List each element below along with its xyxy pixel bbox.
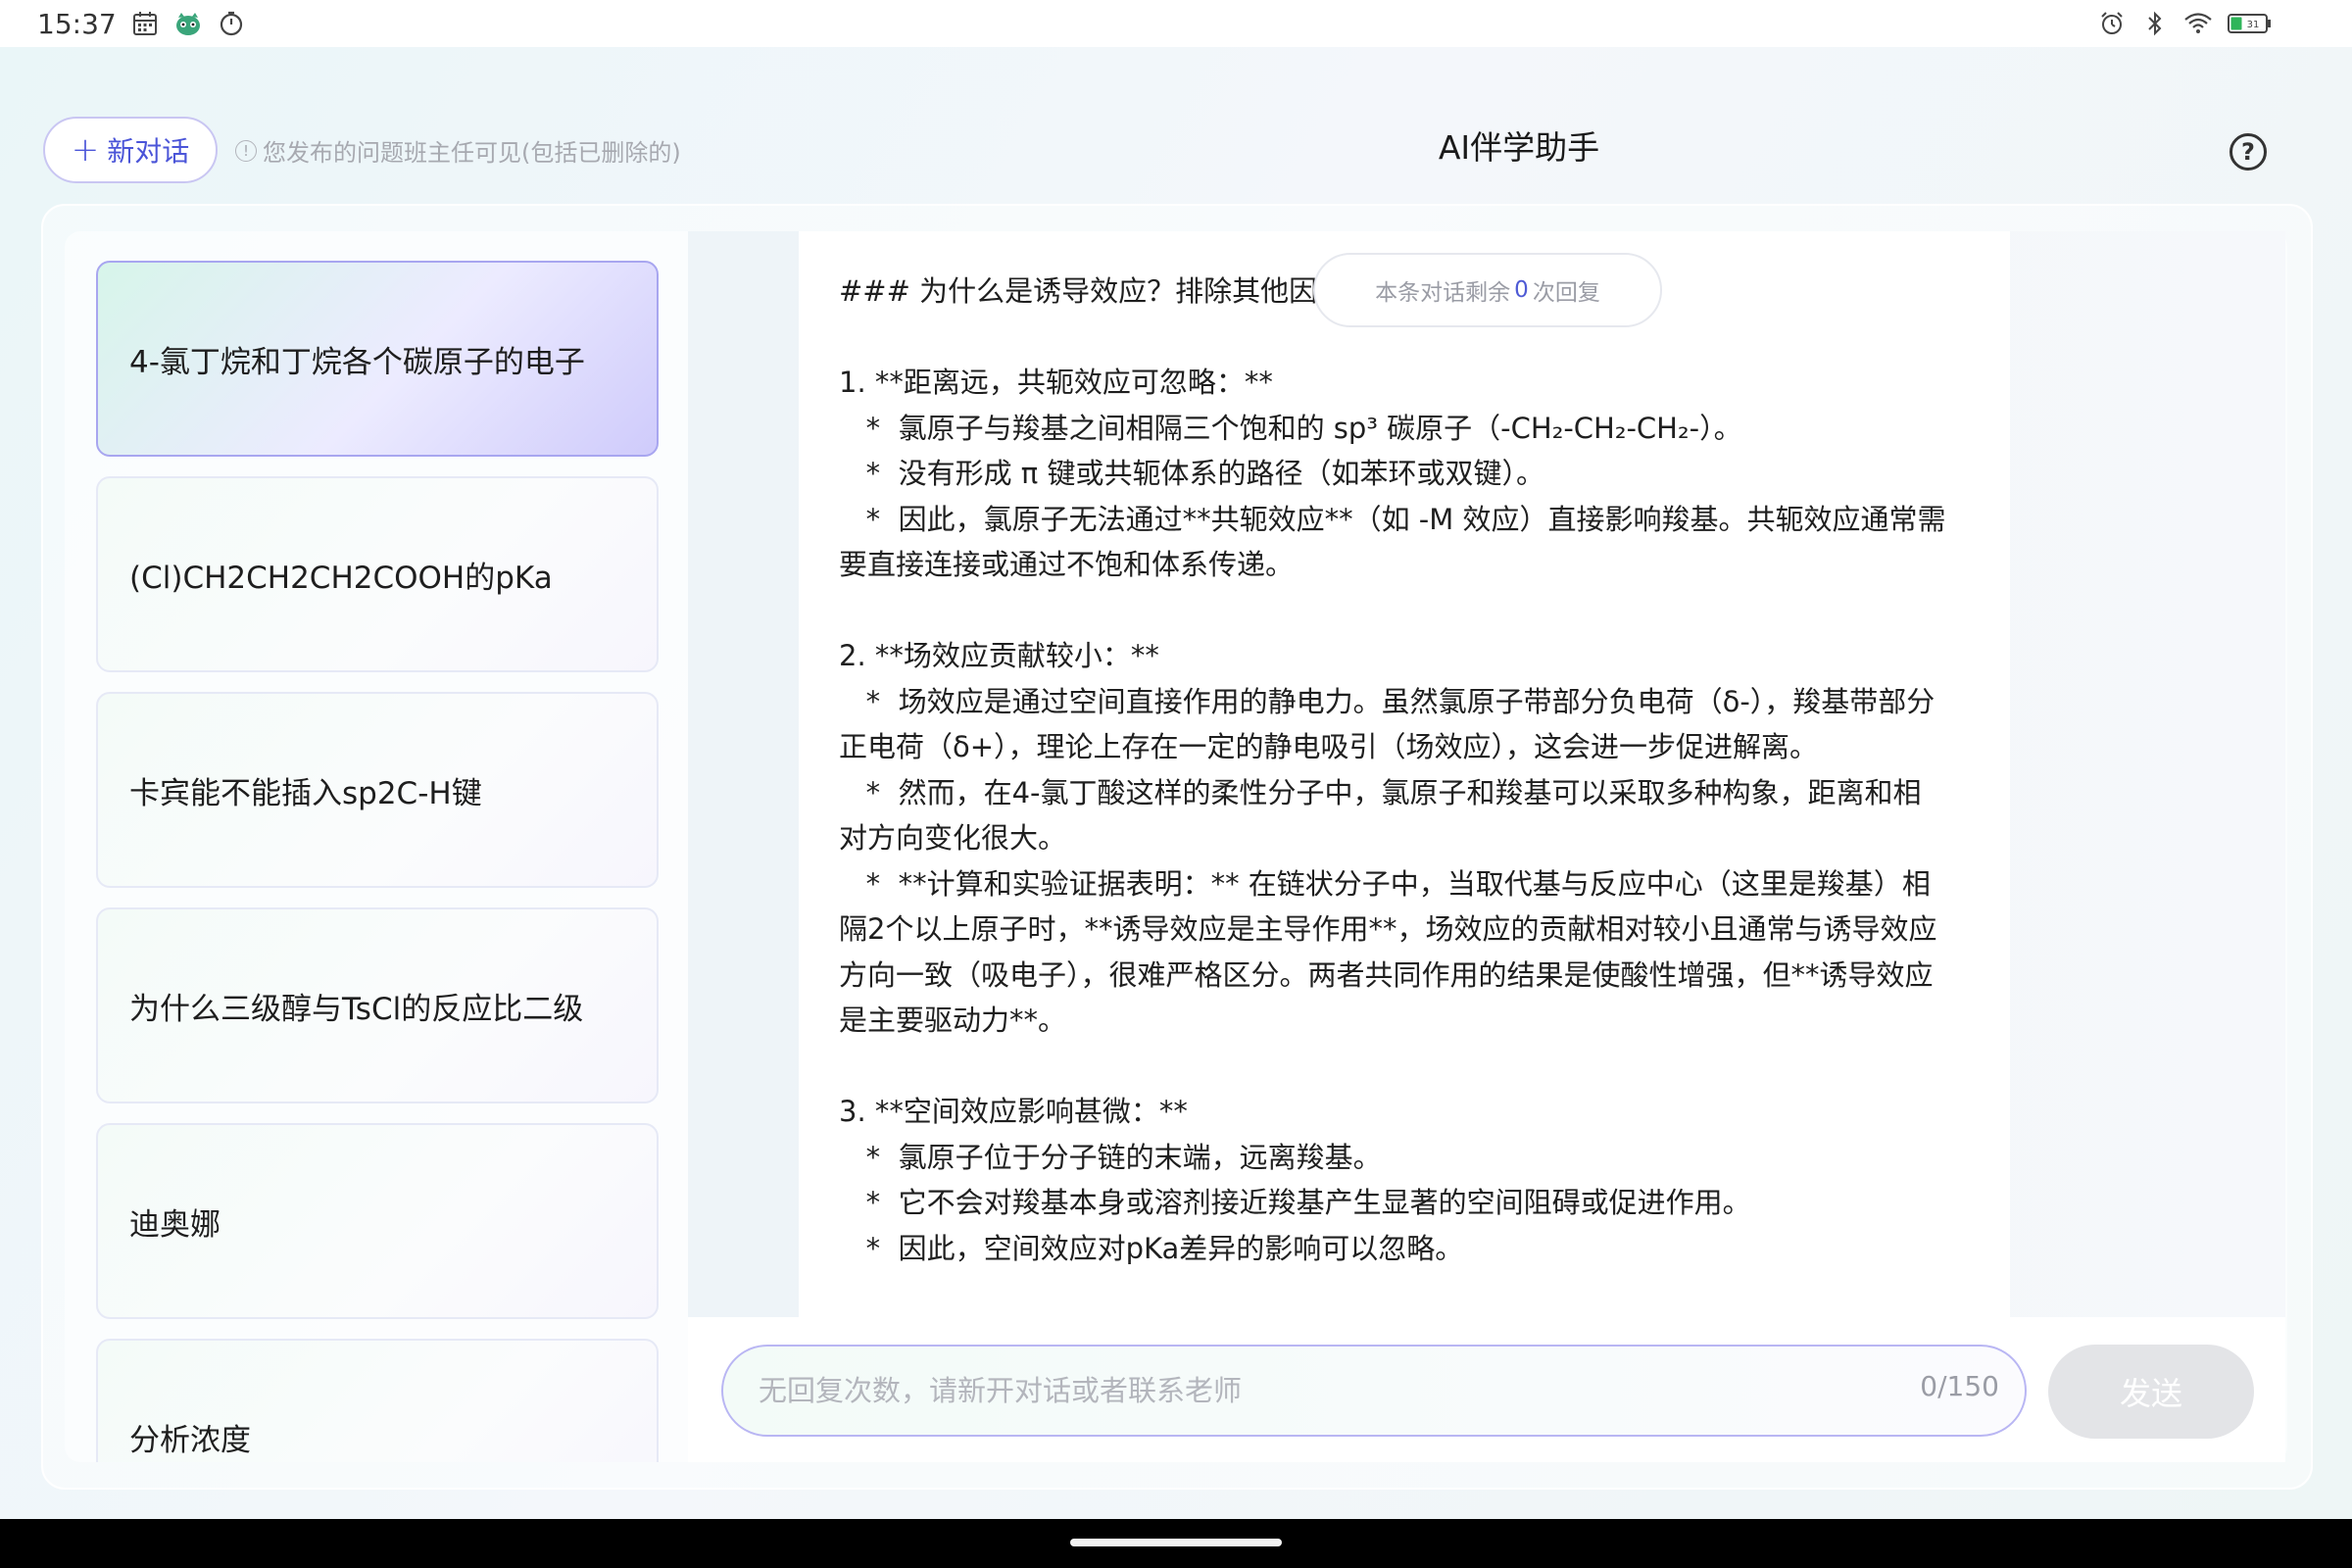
message-input-placeholder: 无回复次数，请新开对话或者联系老师 [759, 1374, 1243, 1407]
message-line: * 氯原子位于分子链的末端，远离羧基。 [839, 1140, 1382, 1174]
svg-text:31: 31 [2247, 20, 2260, 30]
message-line: * 它不会对羧基本身或溶剂接近羧基产生显著的空间阻碍或促进作用。 [839, 1186, 1751, 1219]
timer-icon [217, 9, 246, 38]
message-line: 是主要驱动力**。 [839, 1004, 1067, 1037]
message-line: 要直接连接或通过不饱和体系传递。 [839, 548, 1295, 581]
home-gesture-handle[interactable] [1070, 1539, 1282, 1546]
app-mascot-icon [173, 9, 203, 38]
status-bar: 15:37 31 [0, 0, 2352, 47]
info-icon: ! [235, 139, 257, 162]
bluetooth-icon [2140, 9, 2170, 38]
message-line: * **计算和实验证据表明：** 在链状分子中，当取代基与反应中心（这里是羧基）… [839, 866, 1931, 901]
conversation-item[interactable]: 分析浓度 [96, 1339, 659, 1462]
conversation-item[interactable]: 卡宾能不能插入sp2C-H键 [96, 692, 659, 888]
calendar-icon [130, 9, 160, 38]
conversation-item-label: 4-氯丁烷和丁烷各个碳原子的电子 [129, 344, 585, 380]
remaining-prefix: 本条对话剩余 [1375, 280, 1511, 306]
visibility-notice-text: 您发布的问题班主任可见(包括已删除的) [263, 139, 681, 167]
message-line: 隔2个以上原子时，**诱导效应是主导作用**，场效应的贡献相对较小且通常与诱导效… [839, 912, 1937, 946]
message-line: 3. **空间效应影响甚微：** [839, 1095, 1188, 1128]
conversation-item-label: 分析浓度 [129, 1422, 251, 1458]
question-mark-icon: ? [2241, 138, 2255, 166]
message-line: 正电荷（δ+），理论上存在一定的静电吸引（场效应），这会进一步促进解离。 [839, 730, 1819, 763]
new-chat-label: 新对话 [107, 135, 190, 168]
message-line: * 没有形成 π 键或共轭体系的路径（如苯环或双键）。 [839, 457, 1544, 490]
plus-icon: + [71, 130, 100, 170]
conversation-item-label: 迪奥娜 [129, 1206, 220, 1243]
send-button[interactable]: 发送 [2048, 1345, 2254, 1439]
remaining-count: 0 [1514, 277, 1529, 303]
send-button-label: 发送 [2119, 1375, 2182, 1412]
message-line: * 氯原子与羧基之间相隔三个饱和的 sp³ 碳原子（-CH₂-CH₂-CH₂-）… [839, 411, 1742, 445]
page-title: AI伴学助手 [1438, 128, 1600, 167]
message-line [839, 588, 1971, 634]
message-line: 1. **距离远，共轭效应可忽略：** [839, 366, 1273, 399]
message-line: * 因此，氯原子无法通过**共轭效应**（如 -M 效应）直接影响羧基。共轭效应… [839, 502, 1946, 536]
conversation-item-label: 为什么三级醇与TsCl的反应比二级 [129, 991, 584, 1027]
message-line [839, 1044, 1971, 1090]
ai-message[interactable]: ### 为什么是诱导效应？排除其他因素 1. **距离远，共轭效应可忽略：** … [799, 231, 2010, 1317]
conversation-item[interactable]: (Cl)CH2CH2CH2COOH的pKa [96, 476, 659, 672]
help-button[interactable]: ? [2230, 133, 2267, 171]
conversation-item[interactable]: 迪奥娜 [96, 1123, 659, 1319]
message-line: * 然而，在4-氯丁酸这样的柔性分子中，氯原子和羧基可以采取多种构象，距离和相 [839, 775, 1922, 809]
remaining-replies-badge: 本条对话剩余 0 次回复 [1313, 253, 1662, 327]
conversation-list[interactable]: 4-氯丁烷和丁烷各个碳原子的电子 (Cl)CH2CH2CH2COOH的pKa 卡… [96, 261, 659, 1462]
visibility-notice: ! 您发布的问题班主任可见(包括已删除的) [235, 133, 681, 168]
message-line: * 因此，空间效应对pKa差异的影响可以忽略。 [839, 1231, 1464, 1265]
status-time: 15:37 [37, 7, 117, 40]
remaining-suffix: 次回复 [1532, 280, 1600, 306]
message-line: * 场效应是通过空间直接作用的静电力。虽然氯原子带部分负电荷（δ-），羧基带部分 [839, 684, 1936, 718]
conversation-item-label: (Cl)CH2CH2CH2COOH的pKa [129, 560, 553, 596]
conversation-item-active[interactable]: 4-氯丁烷和丁烷各个碳原子的电子 [96, 261, 659, 457]
message-line: 对方向变化很大。 [839, 821, 1067, 855]
conversation-item-label: 卡宾能不能插入sp2C-H键 [129, 775, 482, 811]
message-line: 2. **场效应贡献较小：** [839, 639, 1159, 672]
wifi-icon [2183, 9, 2213, 38]
battery-icon: 31 [2227, 9, 2274, 38]
char-count: 0/150 [1920, 1370, 1999, 1402]
conversation-item[interactable]: 为什么三级醇与TsCl的反应比二级 [96, 907, 659, 1103]
alarm-icon [2097, 9, 2127, 38]
new-chat-button[interactable]: + 新对话 [43, 117, 218, 183]
message-line: 方向一致（吸电子），很难严格区分。两者共同作用的结果是使酸性增强，但**诱导效应 [839, 957, 1934, 992]
